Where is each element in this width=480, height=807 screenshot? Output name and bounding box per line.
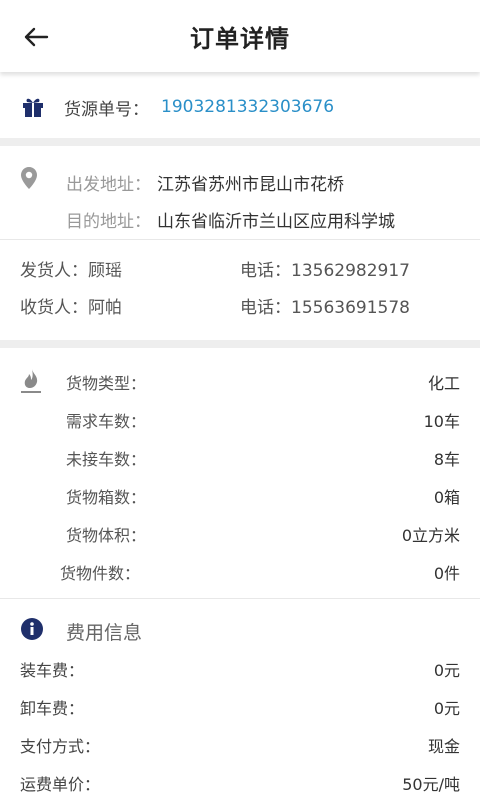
to-address-value: 山东省临沂市兰山区应用科学城 [157,212,395,232]
arrow-left-icon [24,27,49,47]
fee-row: 卸车费： 0元 [20,695,460,719]
goods-row: 未接车数： 8车 [0,446,480,476]
goods-row: 货物件数： 0件 [0,560,480,590]
goods-row: 货物箱数： 0箱 [0,484,480,514]
unloading-fee-value: 0元 [433,699,460,718]
order-number-row: 货源单号： 1903281332303676 [0,76,480,138]
fee-section: 费用信息 装车费： 0元 卸车费： 0元 支付方式： 现金 运费单价： 50元/… [0,599,480,807]
fee-row: 运费单价： 50元/吨 [20,771,460,795]
page-title: 订单详情 [190,24,290,53]
receiver-name: 阿帕 [88,298,122,318]
goods-row: 货物类型： 化工 [0,370,480,400]
box-count-value: 0箱 [433,488,460,507]
shipper-label: 发货人： [20,261,88,281]
payment-method-label: 支付方式： [20,737,101,756]
fee-header: 费用信息 [20,617,142,645]
goods-row: 需求车数： 10车 [0,408,480,438]
unaccepted-trucks-value: 8车 [433,450,460,469]
from-address: 出发地址： 江苏省苏州市昆山市花桥 [66,170,344,195]
order-number-value[interactable]: 1903281332303676 [161,97,334,117]
volume-label: 货物体积： [66,526,147,545]
info-icon [20,617,44,645]
shipper-phone-label: 电话： [240,261,291,281]
receiver-phone[interactable]: 电话：15563691578 [240,293,410,318]
loading-fee-label: 装车费： [20,661,85,680]
receiver-phone-label: 电话： [240,298,291,318]
shipper-name: 顾瑶 [88,261,122,281]
back-button[interactable] [18,22,54,52]
contacts-section: 发货人：顾瑶 电话：13562982917 收货人：阿帕 电话：15563691… [0,240,480,340]
section-separator [0,340,480,348]
order-number-label: 货源单号： [64,99,149,120]
piece-count-value: 0件 [433,564,460,583]
receiver: 收货人：阿帕 [20,293,122,318]
goods-row: 货物体积： 0立方米 [0,522,480,552]
loading-fee-value: 0元 [433,661,460,680]
unloading-fee-label: 卸车费： [20,699,85,718]
volume-value: 0立方米 [401,526,460,545]
fee-row: 支付方式： 现金 [20,733,460,757]
location-pin-icon [20,166,38,194]
freight-unit-price-label: 运费单价： [20,775,101,794]
freight-unit-price-value: 50元/吨 [402,775,460,794]
fee-row: 装车费： 0元 [20,657,460,681]
piece-count-label: 货物件数： [60,564,141,583]
receiver-label: 收货人： [20,298,88,318]
section-separator [0,138,480,146]
box-count-label: 货物箱数： [66,488,147,507]
from-address-value: 江苏省苏州市昆山市花桥 [157,175,344,195]
shipper-phone-value[interactable]: 13562982917 [291,261,410,281]
required-trucks-label: 需求车数： [66,412,147,431]
shipper: 发货人：顾瑶 [20,256,122,281]
shipper-phone[interactable]: 电话：13562982917 [240,256,410,281]
goods-type-label: 货物类型： [66,374,147,393]
address-section: 出发地址： 江苏省苏州市昆山市花桥 目的地址： 山东省临沂市兰山区应用科学城 [0,146,480,240]
goods-type-value: 化工 [427,374,460,393]
app-header: 订单详情 [0,0,480,72]
unaccepted-trucks-label: 未接车数： [66,450,147,469]
required-trucks-value: 10车 [423,412,460,431]
receiver-phone-value[interactable]: 15563691578 [291,298,410,318]
to-address: 目的地址： 山东省临沂市兰山区应用科学城 [66,207,395,232]
goods-section: 货物类型： 化工 需求车数： 10车 未接车数： 8车 货物箱数： 0箱 货物体… [0,348,480,599]
gift-icon [20,94,46,120]
fee-title: 费用信息 [66,621,143,644]
to-address-label: 目的地址： [66,212,151,232]
payment-method-value: 现金 [427,737,460,756]
from-address-label: 出发地址： [66,175,151,195]
